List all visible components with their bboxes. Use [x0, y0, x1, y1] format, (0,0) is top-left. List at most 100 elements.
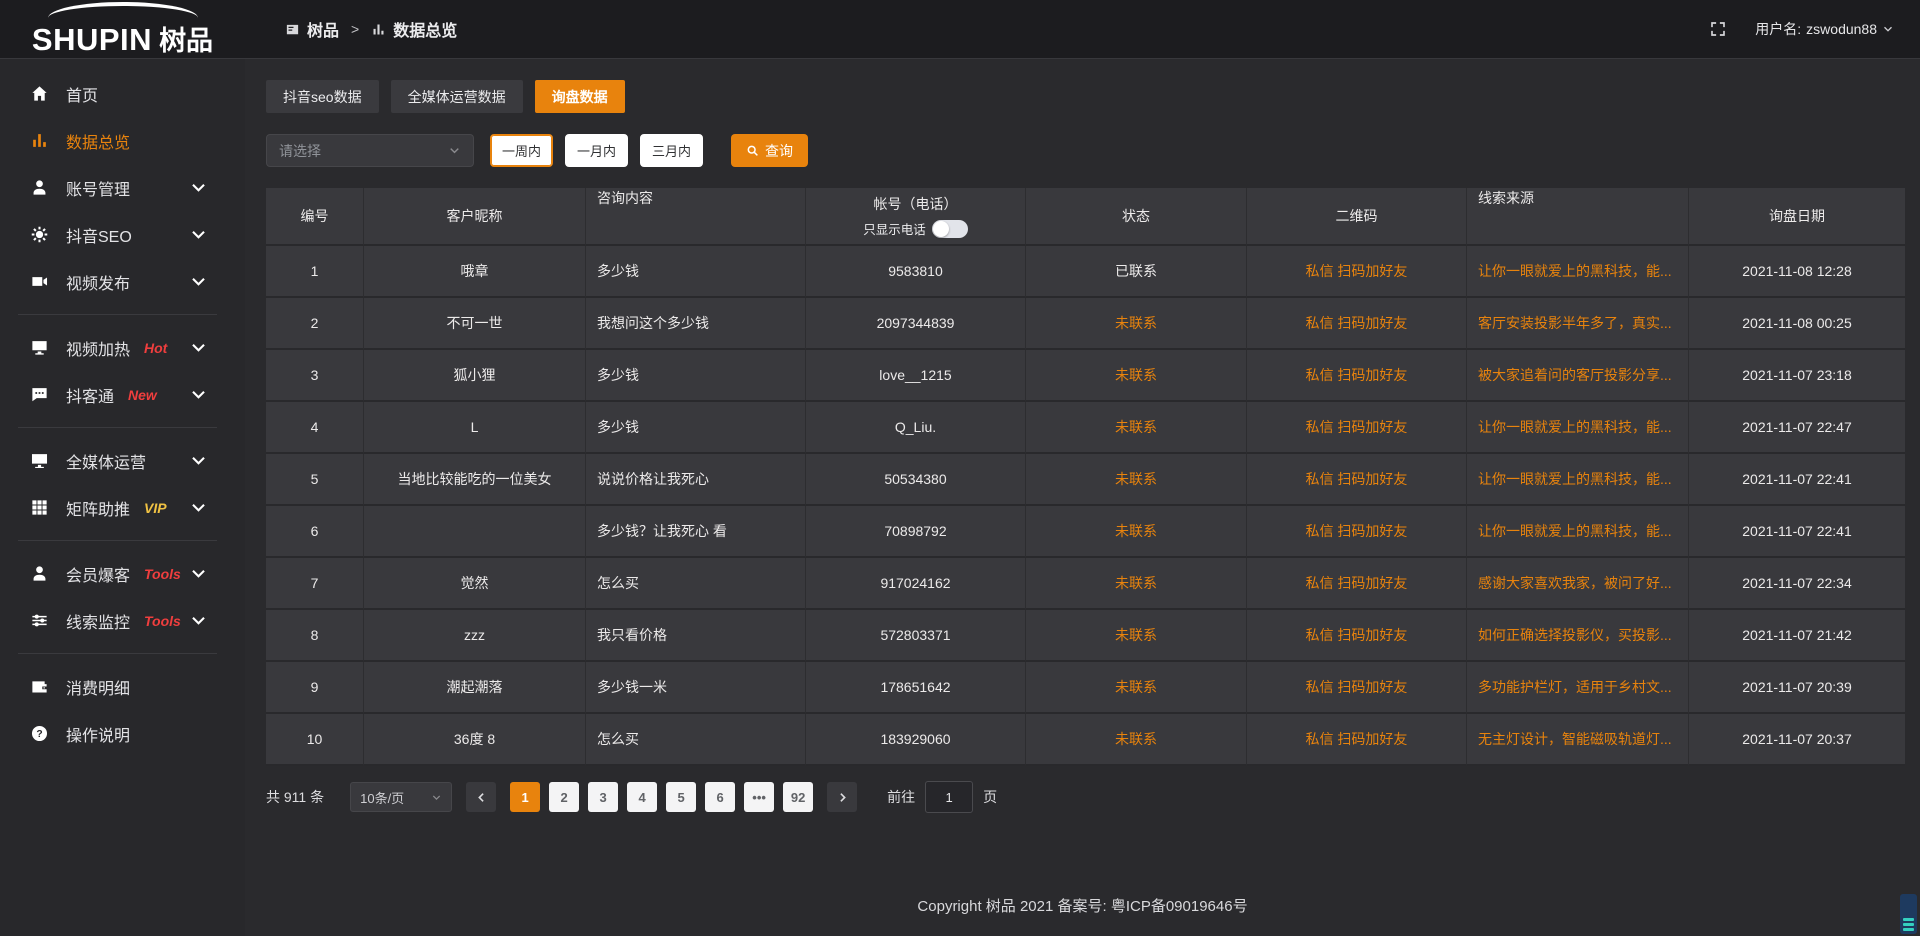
cell-account: 178651642	[806, 662, 1026, 714]
chevron-down-icon	[189, 225, 208, 244]
cell-source-link[interactable]: 被大家追着问的客厅投影分享...	[1467, 350, 1689, 402]
cell-content: 怎么买	[586, 714, 806, 766]
sidebar-item-badge: VIP	[144, 500, 167, 516]
home-icon	[30, 84, 49, 103]
cell-qrcode-link[interactable]: 私信 扫码加好友	[1247, 298, 1467, 350]
cell-qrcode-link[interactable]: 私信 扫码加好友	[1247, 558, 1467, 610]
cell-qrcode-link[interactable]: 私信 扫码加好友	[1247, 454, 1467, 506]
sidebar-item-4[interactable]: 视频发布	[0, 258, 245, 305]
grid-icon	[30, 498, 49, 517]
cell-date: 2021-11-07 20:37	[1689, 714, 1905, 766]
range-button-2[interactable]: 三月内	[640, 134, 703, 167]
sidebar-divider	[18, 653, 217, 654]
page-button-2[interactable]: 2	[549, 782, 579, 812]
page-button-92[interactable]: 92	[783, 782, 813, 812]
page-size-select[interactable]: 10条/页	[350, 782, 452, 812]
page-button-6[interactable]: 6	[705, 782, 735, 812]
cell-source-link[interactable]: 感谢大家喜欢我家，被问了好...	[1467, 558, 1689, 610]
jump-prefix: 前往	[887, 787, 915, 807]
browser-extension-widget[interactable]	[1900, 894, 1917, 934]
sidebar-item-label: 线索监控	[66, 609, 130, 633]
cell-nickname	[364, 506, 586, 558]
page-number-list: 123456 ••• 92	[510, 782, 813, 812]
cell-source-link[interactable]: 无主灯设计，智能磁吸轨道灯...	[1467, 714, 1689, 766]
cell-qrcode-link[interactable]: 私信 扫码加好友	[1247, 246, 1467, 298]
app-icon	[285, 22, 300, 37]
sidebar-item-10[interactable]: 矩阵助推VIP	[0, 484, 245, 531]
sidebar-item-0[interactable]: 首页	[0, 70, 245, 117]
search-button[interactable]: 查询	[731, 134, 808, 167]
bar-chart-icon	[30, 131, 49, 150]
page-button-5[interactable]: 5	[666, 782, 696, 812]
cell-qrcode-link[interactable]: 私信 扫码加好友	[1247, 506, 1467, 558]
cell-content: 我只看价格	[586, 610, 806, 662]
bar-chart-icon	[371, 22, 386, 37]
cell-nickname: 狐小狸	[364, 350, 586, 402]
sidebar-item-label: 视频加热	[66, 336, 130, 360]
pagination: 共 911 条 10条/页 123456•••92 前往 页	[266, 781, 1905, 813]
cell-nickname: 潮起潮落	[364, 662, 586, 714]
user-menu[interactable]: 用户名: zswodun88	[1755, 19, 1894, 39]
cell-nickname: L	[364, 402, 586, 454]
sidebar-item-label: 抖客通	[66, 383, 114, 407]
wallet-icon	[30, 677, 49, 696]
cell-source-link[interactable]: 客厅安装投影半年多了，真实...	[1467, 298, 1689, 350]
fullscreen-icon[interactable]	[1709, 20, 1727, 38]
breadcrumb-item-current[interactable]: 数据总览	[371, 17, 457, 41]
page-button-1[interactable]: 1	[510, 782, 540, 812]
data-tabs: 抖音seo数据全媒体运营数据询盘数据	[266, 80, 1905, 113]
chevron-down-icon	[431, 792, 442, 803]
next-page-button[interactable]	[827, 782, 857, 812]
sidebar-item-16[interactable]: ?操作说明	[0, 710, 245, 757]
cell-date: 2021-11-07 21:42	[1689, 610, 1905, 662]
cell-qrcode-link[interactable]: 私信 扫码加好友	[1247, 610, 1467, 662]
breadcrumb-item-home[interactable]: 树品	[285, 17, 339, 41]
cell-source-link[interactable]: 让你一眼就爱上的黑科技，能...	[1467, 454, 1689, 506]
cell-no: 6	[266, 506, 364, 558]
prev-page-button[interactable]	[466, 782, 496, 812]
phone-only-toggle[interactable]	[932, 220, 968, 238]
cell-source-link[interactable]: 让你一眼就爱上的黑科技，能...	[1467, 506, 1689, 558]
sidebar-item-badge: New	[128, 387, 157, 403]
table-row: 9潮起潮落多少钱一米178651642未联系私信 扫码加好友多功能护栏灯，适用于…	[266, 662, 1905, 714]
cell-qrcode-link[interactable]: 私信 扫码加好友	[1247, 662, 1467, 714]
sidebar-item-1[interactable]: 数据总览	[0, 117, 245, 164]
tab-0[interactable]: 抖音seo数据	[266, 80, 379, 113]
table-row: 1哦章多少钱9583810已联系私信 扫码加好友让你一眼就爱上的黑科技，能...…	[266, 246, 1905, 298]
cell-qrcode-link[interactable]: 私信 扫码加好友	[1247, 350, 1467, 402]
range-button-0[interactable]: 一周内	[490, 134, 553, 167]
page-button-3[interactable]: 3	[588, 782, 618, 812]
sidebar-item-15[interactable]: 消费明细	[0, 663, 245, 710]
range-button-1[interactable]: 一月内	[565, 134, 628, 167]
cell-source-link[interactable]: 多功能护栏灯，适用于乡村文...	[1467, 662, 1689, 714]
tab-2[interactable]: 询盘数据	[535, 80, 625, 113]
sidebar-item-6[interactable]: 视频加热 Hot	[0, 324, 245, 371]
cell-source-link[interactable]: 让你一眼就爱上的黑科技，能...	[1467, 246, 1689, 298]
filter-select[interactable]: 请选择	[266, 134, 474, 167]
cell-qrcode-link[interactable]: 私信 扫码加好友	[1247, 714, 1467, 766]
cell-source-link[interactable]: 让你一眼就爱上的黑科技，能...	[1467, 402, 1689, 454]
username-label: 用户名:	[1755, 19, 1801, 39]
sidebar-item-2[interactable]: 账号管理	[0, 164, 245, 211]
column-header-1: 客户昵称	[364, 188, 586, 246]
page-ellipsis-button[interactable]: •••	[744, 782, 774, 812]
cell-content: 多少钱	[586, 246, 806, 298]
sidebar-item-3[interactable]: 抖音SEO	[0, 211, 245, 258]
sidebar-item-badge: Hot	[144, 340, 167, 356]
page-button-4[interactable]: 4	[627, 782, 657, 812]
cell-no: 10	[266, 714, 364, 766]
cell-no: 3	[266, 350, 364, 402]
table-row: 5当地比较能吃的一位美女说说价格让我死心50534380未联系私信 扫码加好友让…	[266, 454, 1905, 506]
tab-1[interactable]: 全媒体运营数据	[391, 80, 523, 113]
sidebar-item-label: 数据总览	[66, 129, 130, 153]
cell-date: 2021-11-07 22:34	[1689, 558, 1905, 610]
jump-page-input[interactable]	[925, 781, 973, 813]
sidebar-item-7[interactable]: 抖客通 New	[0, 371, 245, 418]
sidebar-item-13[interactable]: 线索监控Tools	[0, 597, 245, 644]
sidebar-item-12[interactable]: 会员爆客Tools	[0, 550, 245, 597]
sidebar-item-9[interactable]: 全媒体运营	[0, 437, 245, 484]
cell-source-link[interactable]: 如何正确选择投影仪，买投影...	[1467, 610, 1689, 662]
table-row: 4L多少钱Q_Liu.未联系私信 扫码加好友让你一眼就爱上的黑科技，能...20…	[266, 402, 1905, 454]
breadcrumb-separator: >	[351, 21, 359, 37]
cell-qrcode-link[interactable]: 私信 扫码加好友	[1247, 402, 1467, 454]
